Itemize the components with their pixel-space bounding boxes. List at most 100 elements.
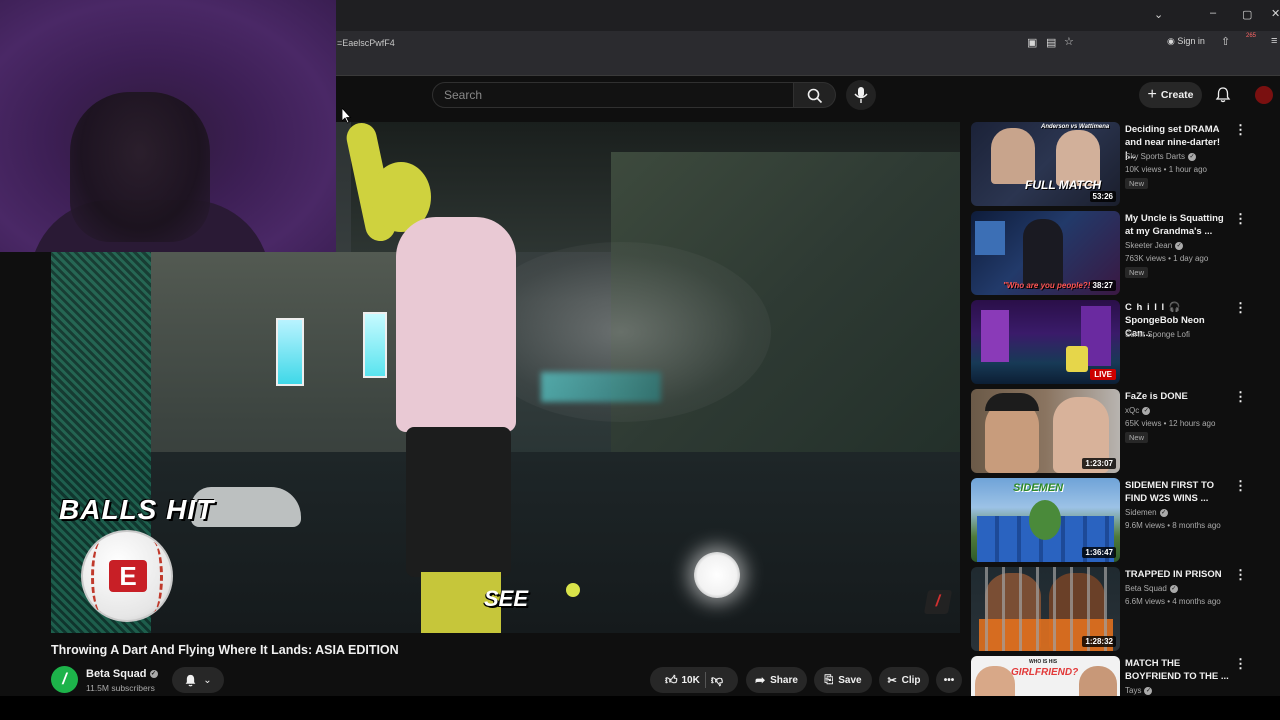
notifications-bell-icon[interactable] xyxy=(1215,87,1231,103)
microphone-icon xyxy=(854,87,868,103)
recommendation-item[interactable]: Anderson vs Wattimena FULL MATCH 53:26 D… xyxy=(971,122,1261,206)
thumb-window xyxy=(975,221,1005,255)
search-input[interactable]: Search xyxy=(444,88,482,102)
sign-in-label: Sign in xyxy=(1177,36,1205,46)
save-button[interactable]: ⎘ Save xyxy=(814,667,872,693)
maximize-icon[interactable]: ▢ xyxy=(1242,8,1252,21)
recommendation-channel[interactable]: Skeeter Jean ✓ xyxy=(1125,241,1184,250)
bottom-letterbox xyxy=(0,696,1280,720)
webcam-overlay xyxy=(0,0,336,252)
share-label: Share xyxy=(770,674,798,686)
recommendation-channel[interactable]: Sunlit Sponge Lofi xyxy=(1125,330,1190,339)
clip-button[interactable]: ✂ Clip xyxy=(879,667,929,693)
verified-icon: ✓ xyxy=(1142,406,1151,415)
thumb-person xyxy=(1079,666,1117,696)
glowing-ball xyxy=(694,552,740,598)
video-thumbnail[interactable]: WHO IS HIS GIRLFRIEND? xyxy=(971,656,1120,696)
reader-mode-icon[interactable]: ▤ xyxy=(1046,36,1056,49)
channel-avatar[interactable]: / xyxy=(51,666,78,693)
recommendation-title[interactable]: FaZe is DONE xyxy=(1125,390,1231,403)
more-vertical-icon[interactable]: ⋮ xyxy=(1234,122,1247,138)
channel-name[interactable]: Beta Squad ✓ xyxy=(86,668,158,680)
minimize-icon[interactable]: – xyxy=(1210,7,1216,19)
extensions-icon[interactable]: ⇧ xyxy=(1221,35,1230,48)
channel-watermark-icon[interactable]: / xyxy=(923,590,953,614)
recommendation-channel[interactable]: xQc ✓ xyxy=(1125,406,1151,415)
scene-light-panel xyxy=(363,312,387,378)
recommendation-title[interactable]: MATCH THE BOYFRIEND TO THE ... xyxy=(1125,657,1231,683)
thumb-person xyxy=(985,401,1039,473)
channel-text: Sky Sports Darts xyxy=(1125,152,1186,161)
recommendation-item[interactable]: "Who are you people?!" 38:27 My Uncle is… xyxy=(971,211,1261,295)
recommendation-meta: 9.6M views • 8 months ago xyxy=(1125,521,1221,530)
thumb-title: SIDEMEN xyxy=(1013,482,1064,494)
account-avatar[interactable] xyxy=(1255,86,1273,104)
recommendation-channel[interactable]: Sky Sports Darts ✓ xyxy=(1125,152,1197,161)
save-label: Save xyxy=(838,674,862,686)
extension-badge[interactable]: 265 xyxy=(1246,33,1256,39)
video-thumbnail[interactable]: 1:28:32 xyxy=(971,567,1120,651)
more-vertical-icon[interactable]: ⋮ xyxy=(1234,567,1247,583)
url-text[interactable]: =EaelscPwfF4 xyxy=(337,38,395,48)
divider xyxy=(704,672,706,688)
close-icon[interactable]: ✕ xyxy=(1271,7,1280,20)
bookmark-icon: ⎘ xyxy=(824,673,834,686)
channel-text: Skeeter Jean xyxy=(1125,241,1173,250)
verified-icon: ✓ xyxy=(1169,584,1178,593)
video-duration: 53:26 xyxy=(1089,191,1116,202)
recommendation-item[interactable]: 1:28:32 TRAPPED IN PRISON Beta Squad ✓ 6.… xyxy=(971,567,1261,651)
new-badge: New xyxy=(1125,178,1149,189)
create-button[interactable]: + Create xyxy=(1139,82,1202,108)
like-button[interactable]: 👍︎ 10K xyxy=(665,673,700,688)
more-vertical-icon[interactable]: ⋮ xyxy=(1234,389,1247,405)
recommendation-channel[interactable]: Tays ✓ xyxy=(1125,686,1153,695)
more-vertical-icon[interactable]: ⋮ xyxy=(1234,300,1247,316)
menu-icon[interactable]: ≡ xyxy=(1271,35,1277,47)
more-vertical-icon[interactable]: ⋮ xyxy=(1234,211,1247,227)
voice-search-button[interactable] xyxy=(846,80,876,110)
video-thumbnail[interactable]: LIVE xyxy=(971,300,1120,384)
recommendation-item[interactable]: SIDEMEN 1:36:47 SIDEMEN FIRST TO FIND W2… xyxy=(971,478,1261,562)
more-actions-button[interactable]: ••• xyxy=(936,667,962,693)
video-thumbnail[interactable]: "Who are you people?!" 38:27 xyxy=(971,211,1120,295)
video-thumbnail[interactable]: Anderson vs Wattimena FULL MATCH 53:26 xyxy=(971,122,1120,206)
subscriber-count: 11.5M subscribers xyxy=(86,683,155,693)
search-button[interactable] xyxy=(794,82,836,108)
recommendation-channel[interactable]: Beta Squad ✓ xyxy=(1125,584,1178,593)
recommendation-title[interactable]: My Uncle is Squatting at my Grandma's ..… xyxy=(1125,212,1231,238)
thumb-subtitle: Anderson vs Wattimena xyxy=(1041,124,1110,130)
baseball-stitch xyxy=(91,542,111,612)
install-app-icon[interactable]: ▣ xyxy=(1027,36,1037,49)
plus-icon: + xyxy=(1147,86,1157,103)
more-vertical-icon[interactable]: ⋮ xyxy=(1234,478,1247,494)
thumbs-down-icon[interactable]: 👎︎ xyxy=(711,673,723,688)
video-thumbnail[interactable]: 1:23:07 xyxy=(971,389,1120,473)
sign-in-button[interactable]: ◉ Sign in xyxy=(1167,36,1205,47)
recommendation-item[interactable]: WHO IS HIS GIRLFRIEND? MATCH THE BOYFRIE… xyxy=(971,656,1261,696)
share-icon: ➦ xyxy=(755,673,766,687)
video-thumbnail[interactable]: SIDEMEN 1:36:47 xyxy=(971,478,1120,562)
more-vertical-icon[interactable]: ⋮ xyxy=(1234,656,1247,672)
recommendation-item[interactable]: LIVE C h i l l 🎧 SpongeBob Neon Can... Su… xyxy=(971,300,1261,384)
baseball-logo: E xyxy=(109,560,147,592)
search-icon xyxy=(807,88,823,104)
bookmark-star-icon[interactable]: ☆ xyxy=(1064,35,1074,48)
channel-text: Tays xyxy=(1125,686,1142,695)
subscription-bell-button[interactable]: ⌄ xyxy=(172,667,224,693)
recommendation-item[interactable]: 1:23:07 FaZe is DONE xQc ✓ 65K views • 12… xyxy=(971,389,1261,473)
video-title: Throwing A Dart And Flying Where It Land… xyxy=(51,643,399,657)
create-label: Create xyxy=(1160,89,1194,101)
verified-icon: ✓ xyxy=(149,670,158,679)
search-box[interactable] xyxy=(432,82,794,108)
video-caption: SEE xyxy=(484,586,529,611)
share-button[interactable]: ➦ Share xyxy=(746,667,807,693)
video-duration: 38:27 xyxy=(1089,280,1116,291)
recommendation-title[interactable]: TRAPPED IN PRISON xyxy=(1125,568,1231,581)
live-badge: LIVE xyxy=(1090,369,1116,380)
recommendation-channel[interactable]: Sidemen ✓ xyxy=(1125,508,1168,517)
thumb-person xyxy=(991,128,1035,184)
balls-hit-overlay: BALLS HIT xyxy=(59,494,215,525)
tab-list-icon[interactable]: ⌄ xyxy=(1154,8,1163,21)
recommendation-title[interactable]: SIDEMEN FIRST TO FIND W2S WINS ... xyxy=(1125,479,1231,505)
title-prefix: C h i l l 🎧 xyxy=(1125,302,1182,313)
